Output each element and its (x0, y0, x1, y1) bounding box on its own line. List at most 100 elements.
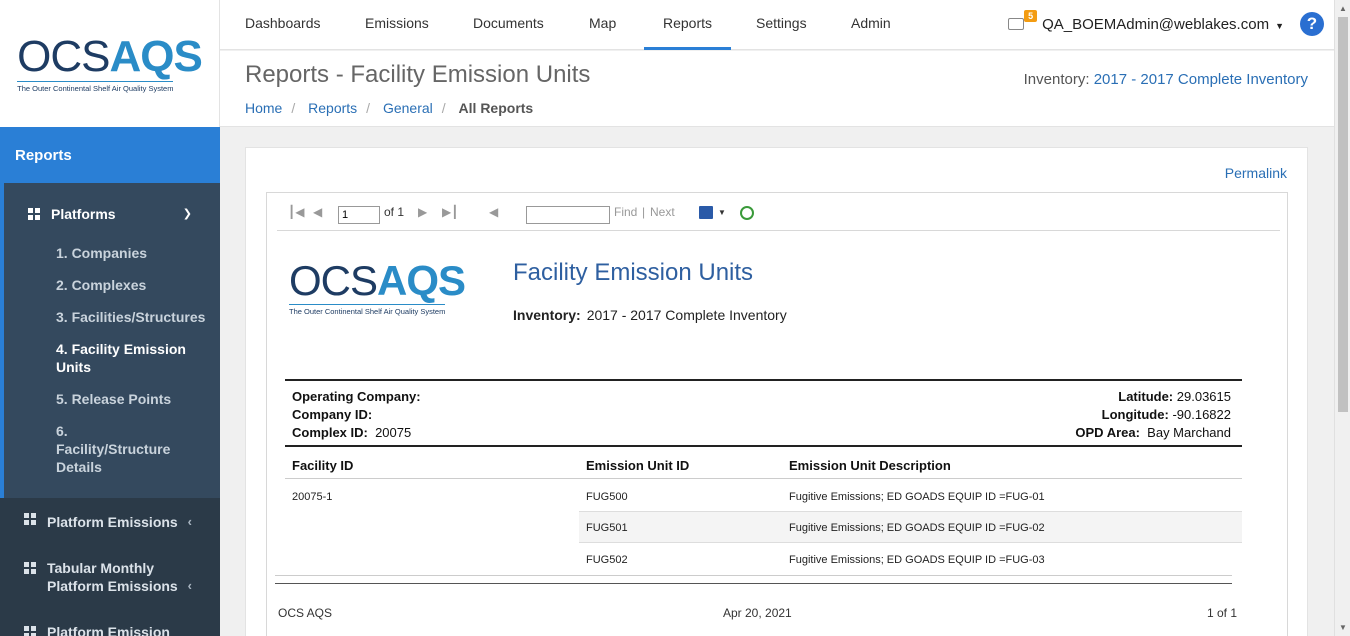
sidebar-group-toggle[interactable]: Platforms ❯ (4, 183, 220, 244)
sidebar-item-complexes[interactable]: 2. Complexes (4, 276, 220, 294)
scrollbar-thumb[interactable] (1338, 17, 1348, 412)
sidebar-item-label: Platform Emissions (47, 514, 178, 530)
scroll-up-icon[interactable]: ▲ (1339, 4, 1347, 13)
report-toolbar: ┃◀ ◀ of 1 ▶ ▶┃ ◀ Find | Next ▼ (277, 193, 1280, 231)
breadcrumb-current: All Reports (458, 100, 534, 116)
mail-count-badge: 5 (1024, 10, 1038, 22)
longitude-label: Longitude: (1101, 407, 1169, 422)
sidebar-item-release-points[interactable]: 5. Release Points (4, 390, 220, 408)
opd-area-label: OPD Area: (1075, 425, 1140, 440)
find-button[interactable]: Find (614, 205, 637, 219)
column-emission-unit-id: Emission Unit ID (586, 458, 690, 473)
permalink[interactable]: Permalink (1225, 165, 1287, 181)
sidebar-item-emission-manager[interactable]: Platform Emission Manager ‹ (0, 623, 180, 636)
page-number-input[interactable] (338, 206, 380, 224)
grid-icon (24, 626, 36, 636)
user-area: 5 QA_BOEMAdmin@weblakes.com ▼ ? (1008, 10, 1324, 36)
breadcrumb-home[interactable]: Home (245, 100, 282, 116)
nav-map[interactable]: Map (589, 0, 616, 50)
report-inventory-label: Inventory: (513, 307, 581, 323)
grid-icon (28, 207, 40, 220)
table-row-unit: FUG502 (586, 554, 628, 566)
find-separator: | (642, 205, 646, 219)
sidebar-header: Reports (0, 127, 220, 183)
logo-ocs: OCS (289, 257, 378, 304)
sidebar: OCSAQS The Outer Continental Shelf Air Q… (0, 0, 220, 636)
table-row-desc: Fugitive Emissions; ED GOADS EQUIP ID =F… (789, 522, 1045, 534)
refresh-icon[interactable] (740, 206, 754, 220)
next-page-icon[interactable]: ▶ (418, 205, 427, 219)
user-email: QA_BOEMAdmin@weblakes.com (1042, 15, 1270, 33)
chevron-left-icon: ‹ (187, 514, 192, 529)
report-info-block: Operating Company: Company ID: Complex I… (285, 379, 1242, 447)
logo-subtitle: The Outer Continental Shelf Air Quality … (17, 80, 174, 93)
latitude-value: 29.03615 (1176, 389, 1231, 404)
table-row-unit: FUG500 (586, 491, 628, 503)
grid-icon (24, 513, 36, 525)
back-icon[interactable]: ◀ (489, 205, 498, 219)
nav-emissions[interactable]: Emissions (365, 0, 429, 50)
help-icon[interactable]: ? (1300, 12, 1324, 36)
table-row-desc: Fugitive Emissions; ED GOADS EQUIP ID =F… (789, 554, 1045, 566)
grid-icon (24, 562, 36, 574)
row-divider (579, 542, 1242, 543)
report-footer-left: OCS AQS (278, 606, 333, 620)
next-button[interactable]: Next (650, 205, 675, 219)
table-row-desc: Fugitive Emissions; ED GOADS EQUIP ID =F… (789, 491, 1045, 503)
first-page-icon[interactable]: ┃◀ (288, 205, 304, 219)
sidebar-item-companies[interactable]: 1. Companies (4, 244, 220, 262)
complex-id-label: Complex ID: (292, 425, 368, 440)
page-header: Reports - Facility Emission Units Home / … (220, 51, 1334, 127)
sidebar-group-label: Platforms (51, 205, 116, 222)
top-nav: Dashboards Emissions Documents Map Repor… (220, 0, 1334, 50)
mail-icon[interactable]: 5 (1008, 10, 1038, 30)
scroll-down-icon[interactable]: ▼ (1339, 623, 1347, 632)
report-inventory: Inventory: 2017 - 2017 Complete Inventory (513, 307, 787, 323)
facility-id-cell: 20075-1 (292, 491, 333, 503)
report-title: Facility Emission Units (513, 259, 754, 286)
logo-ocs: OCS (17, 31, 110, 81)
vertical-scrollbar[interactable]: ▲ ▼ (1334, 0, 1350, 636)
user-menu[interactable]: QA_BOEMAdmin@weblakes.com ▼ (1042, 16, 1284, 33)
longitude-value: -90.16822 (1172, 407, 1231, 422)
emission-units-table: Facility ID Emission Unit ID Emission Un… (285, 449, 1242, 566)
sidebar-item-label: Tabular Monthly Platform Emissions (47, 560, 178, 594)
find-input[interactable] (526, 206, 610, 224)
content-panel: Permalink ┃◀ ◀ of 1 ▶ ▶┃ ◀ Find | Next ▼… (245, 147, 1308, 636)
inventory-link[interactable]: 2017 - 2017 Complete Inventory (1094, 71, 1308, 88)
table-header: Facility ID Emission Unit ID Emission Un… (285, 449, 1242, 479)
complex-id-value: 20075 (375, 425, 412, 440)
inventory-selector: Inventory: 2017 - 2017 Complete Inventor… (1024, 71, 1308, 88)
breadcrumb-reports[interactable]: Reports (308, 100, 357, 116)
caret-down-icon: ▼ (1275, 20, 1284, 31)
sidebar-item-facility-details[interactable]: 6. Facility/Structure Details (4, 422, 184, 476)
sidebar-item-facilities[interactable]: 3. Facilities/Structures (4, 308, 220, 326)
breadcrumb-general[interactable]: General (383, 100, 433, 116)
nav-dashboards[interactable]: Dashboards (245, 0, 321, 50)
sidebar-item-platform-emissions[interactable]: Platform Emissions ‹ (0, 513, 220, 531)
last-page-icon[interactable]: ▶┃ (442, 205, 458, 219)
breadcrumb: Home / Reports / General / All Reports (245, 100, 534, 116)
logo-subtitle: The Outer Continental Shelf Air Quality … (289, 304, 446, 316)
page-title: Reports - Facility Emission Units (245, 61, 591, 88)
latitude-label: Latitude: (1118, 389, 1174, 404)
sidebar-item-label: Platform Emission Manager (47, 624, 170, 636)
save-icon[interactable] (699, 206, 713, 219)
row-divider (579, 511, 1242, 512)
nav-reports[interactable]: Reports (644, 0, 731, 50)
prev-page-icon[interactable]: ◀ (313, 205, 322, 219)
logo-aqs: AQS (377, 257, 466, 304)
sidebar-item-tabular-monthly[interactable]: Tabular Monthly Platform Emissions ‹ (0, 559, 192, 595)
footer-divider (275, 583, 1232, 584)
logo[interactable]: OCSAQS The Outer Continental Shelf Air Q… (0, 0, 220, 127)
nav-settings[interactable]: Settings (756, 0, 807, 50)
nav-admin[interactable]: Admin (851, 0, 891, 50)
logo-aqs: AQS (109, 31, 203, 81)
column-emission-unit-description: Emission Unit Description (789, 458, 951, 473)
operating-company-label: Operating Company: (292, 389, 421, 404)
column-facility-id: Facility ID (292, 458, 354, 473)
sidebar-group-platforms: Platforms ❯ 1. Companies 2. Complexes 3.… (0, 183, 220, 498)
nav-documents[interactable]: Documents (473, 0, 544, 50)
caret-down-icon[interactable]: ▼ (718, 208, 726, 217)
sidebar-item-facility-emission-units[interactable]: 4. Facility Emission Units (4, 340, 220, 376)
